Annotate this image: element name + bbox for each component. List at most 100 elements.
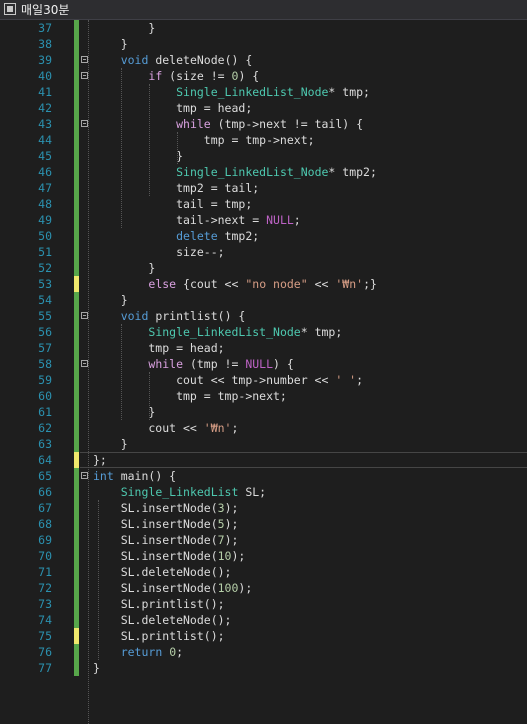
code-line[interactable]: 44 tmp = tmp->next; [0,132,527,148]
line-number: 46 [38,165,52,179]
line-number: 56 [38,325,52,339]
code-line[interactable]: 45 } [0,148,527,164]
code-line[interactable]: 75 SL.printlist(); [0,628,527,644]
line-number: 53 [38,277,52,291]
collapse-icon[interactable] [81,72,88,79]
collapse-icon[interactable] [81,360,88,367]
line-number: 57 [38,341,52,355]
code-line[interactable]: 74 SL.deleteNode(); [0,612,527,628]
code-line[interactable]: 64}; [0,452,527,468]
code-token: {cout << [176,277,246,291]
line-number: 67 [38,501,52,515]
code-line[interactable]: 71 SL.deleteNode(); [0,564,527,580]
code-line[interactable]: 53 else {cout << "no node" << '₩n';} [0,276,527,292]
code-line[interactable]: 59 cout << tmp->number << ' '; [0,372,527,388]
collapse-icon[interactable] [81,472,88,479]
line-number: 43 [38,117,52,131]
code-token: while [148,357,184,371]
code-line[interactable]: 62 cout << '₩n'; [0,420,527,436]
code-line[interactable]: 60 tmp = tmp->next; [0,388,527,404]
code-token: ) { [273,357,294,371]
code-line[interactable]: 42 tmp = head; [0,100,527,116]
code-editor[interactable]: 37 } 38 } 39 void deleteNode() {40 if (siz… [0,20,527,724]
line-number: 49 [38,213,52,227]
code-line[interactable]: 57 tmp = head; [0,340,527,356]
line-number: 38 [38,37,52,51]
code-token: 10 [217,549,232,563]
saved-change-marker [74,532,79,548]
code-text: while (tmp != NULL) { [93,356,294,372]
code-token: tmp = tmp->next; [93,133,315,147]
code-line[interactable]: 68 SL.insertNode(5); [0,516,527,532]
code-line[interactable]: 70 SL.insertNode(10); [0,548,527,564]
saved-change-marker [74,500,79,516]
code-text: } [93,36,128,52]
collapse-icon[interactable] [81,312,88,319]
code-line[interactable]: 49 tail->next = NULL; [0,212,527,228]
code-line[interactable]: 73 SL.printlist(); [0,596,527,612]
saved-change-marker [74,324,79,340]
saved-change-marker [74,228,79,244]
code-line[interactable]: 54 } [0,292,527,308]
code-token: ; [356,373,364,387]
code-line[interactable]: 69 SL.insertNode(7); [0,532,527,548]
indent-guide [88,20,89,724]
code-token: Single_LinkedList_Node [176,85,329,99]
code-token: } [93,661,100,675]
code-token: SL.insertNode( [93,581,218,595]
code-line[interactable]: 72 SL.insertNode(100); [0,580,527,596]
code-token: } [93,21,156,35]
code-token: Single_LinkedList_Node [176,165,329,179]
code-token: 100 [217,581,239,595]
line-number: 60 [38,389,52,403]
code-line[interactable]: 51 size--; [0,244,527,260]
line-number: 50 [38,229,52,243]
code-line[interactable]: 55 void printlist() { [0,308,527,324]
code-line[interactable]: 38 } [0,36,527,52]
code-token: SL.printlist(); [93,629,225,643]
code-text: } [93,436,128,452]
code-token: printlist() { [148,309,246,323]
code-token: Single_LinkedList_Node [148,325,301,339]
code-token: } [93,37,128,51]
code-line[interactable]: 58 while (tmp != NULL) { [0,356,527,372]
indent-guide [177,132,178,164]
code-token: ; [293,213,301,227]
code-text: SL.insertNode(10); [93,548,246,564]
line-number: 66 [38,485,52,499]
code-line[interactable]: 43 while (tmp->next != tail) { [0,116,527,132]
code-line[interactable]: 77} [0,660,527,676]
code-token: SL.deleteNode(); [93,613,232,627]
code-line[interactable]: 56 Single_LinkedList_Node* tmp; [0,324,527,340]
code-line[interactable]: 67 SL.insertNode(3); [0,500,527,516]
code-line[interactable]: 66 Single_LinkedList SL; [0,484,527,500]
code-line[interactable]: 47 tmp2 = tail; [0,180,527,196]
document-tab[interactable]: 매일30분 [0,0,527,20]
code-token: 3 [217,501,225,515]
code-line[interactable]: 65 int main() { [0,468,527,484]
code-line[interactable]: 52 } [0,260,527,276]
code-token: int [93,469,114,483]
code-line[interactable]: 40 if (size != 0) { [0,68,527,84]
code-line[interactable]: 46 Single_LinkedList_Node* tmp2; [0,164,527,180]
code-token: while [176,117,211,131]
collapse-icon[interactable] [81,56,88,63]
code-line[interactable]: 50 delete tmp2; [0,228,527,244]
code-text: if (size != 0) { [93,68,259,84]
code-line[interactable]: 37 } [0,20,527,36]
code-line[interactable]: 39 void deleteNode() { [0,52,527,68]
code-line[interactable]: 63 } [0,436,527,452]
code-text: Single_LinkedList_Node* tmp; [93,324,342,340]
code-line[interactable]: 76 return 0; [0,644,527,660]
saved-change-marker [74,580,79,596]
code-token: tmp = head; [93,101,253,115]
collapse-icon[interactable] [81,120,88,127]
code-line[interactable]: 48 tail = tmp; [0,196,527,212]
code-line[interactable]: 41 Single_LinkedList_Node* tmp; [0,84,527,100]
line-number: 71 [38,565,52,579]
code-token: ) { [238,69,260,83]
code-line[interactable]: 61 } [0,404,527,420]
code-text: Single_LinkedList SL; [93,484,266,500]
code-token: tmp2 = tail; [93,181,260,195]
indent-guide [149,84,150,196]
